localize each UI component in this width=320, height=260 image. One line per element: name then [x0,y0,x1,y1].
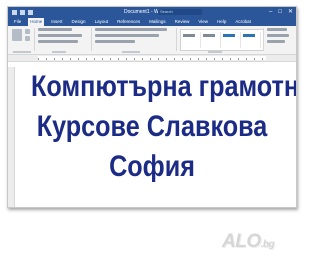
title-bar: Document1 - Word Search – □ ✕ [8,7,296,17]
watermark-brand: ALO [222,231,261,252]
paragraph-group [95,28,173,46]
ribbon-divider [263,28,264,51]
ribbon-divider [91,28,92,51]
styles-group-label [208,51,222,53]
select-button[interactable] [267,40,285,43]
watermark-suffix: .bg [260,239,275,250]
document-line-3: София [109,150,195,183]
list-buttons[interactable] [95,28,167,31]
style-heading-2[interactable] [243,32,261,48]
clipboard-group-label [13,51,31,53]
font-group-label [52,51,66,53]
font-format-buttons[interactable] [38,34,82,37]
ribbon-tabs: File Home Insert Design Layout Reference… [8,17,296,26]
tab-design[interactable]: Design [70,18,88,26]
style-no-spacing[interactable] [203,32,221,48]
paragraph-group-label [122,51,140,53]
editing-group [267,28,291,46]
styles-gallery[interactable] [180,29,264,51]
ribbon-divider [176,28,177,51]
redo-icon[interactable] [28,9,33,15]
window-controls: – □ ✕ [269,7,293,17]
ruler-scale [38,56,266,60]
undo-icon[interactable] [20,9,25,15]
font-color-buttons[interactable] [38,40,78,43]
minimize-icon[interactable]: – [269,7,272,17]
ribbon [8,26,296,55]
tab-file[interactable]: File [12,18,23,26]
close-icon[interactable]: ✕ [288,7,293,17]
maximize-icon[interactable]: □ [278,7,282,17]
save-icon[interactable] [12,9,17,15]
ribbon-divider [34,28,35,51]
document-line-2: Курсове Славкова [36,110,268,143]
font-group [38,28,86,46]
horizontal-ruler[interactable] [8,55,296,62]
word-screenshot: Document1 - Word Search – □ ✕ File Home … [7,6,297,208]
find-button[interactable] [267,28,287,31]
cut-icon[interactable] [25,29,30,34]
tab-review[interactable]: Review [173,18,192,26]
style-normal[interactable] [183,32,201,48]
font-name-box[interactable] [38,28,72,31]
tab-layout[interactable]: Layout [93,18,111,26]
style-heading-1[interactable] [223,32,241,48]
alignment-buttons[interactable] [95,34,159,37]
copy-icon[interactable] [25,36,30,41]
quick-access-toolbar [8,9,82,15]
search-input[interactable]: Search [158,9,202,15]
tab-mailings[interactable]: Mailings [147,18,168,26]
paste-icon[interactable] [12,29,22,41]
tab-acrobat[interactable]: Acrobat [233,18,253,26]
tab-references[interactable]: References [115,18,142,26]
tab-insert[interactable]: Insert [49,18,64,26]
alo-watermark-logo: ALO.bg [222,231,275,253]
shading-buttons[interactable] [95,40,135,43]
document-page[interactable]: Компютърна грамотност Курсове Славкова С… [8,67,296,207]
vertical-ruler[interactable] [8,67,15,207]
tab-home[interactable]: Home [28,18,45,26]
tab-view[interactable]: View [196,18,210,26]
document-line-1: Компютърна грамотност [31,70,297,103]
tab-help[interactable]: Help [215,18,228,26]
replace-button[interactable] [267,34,289,37]
